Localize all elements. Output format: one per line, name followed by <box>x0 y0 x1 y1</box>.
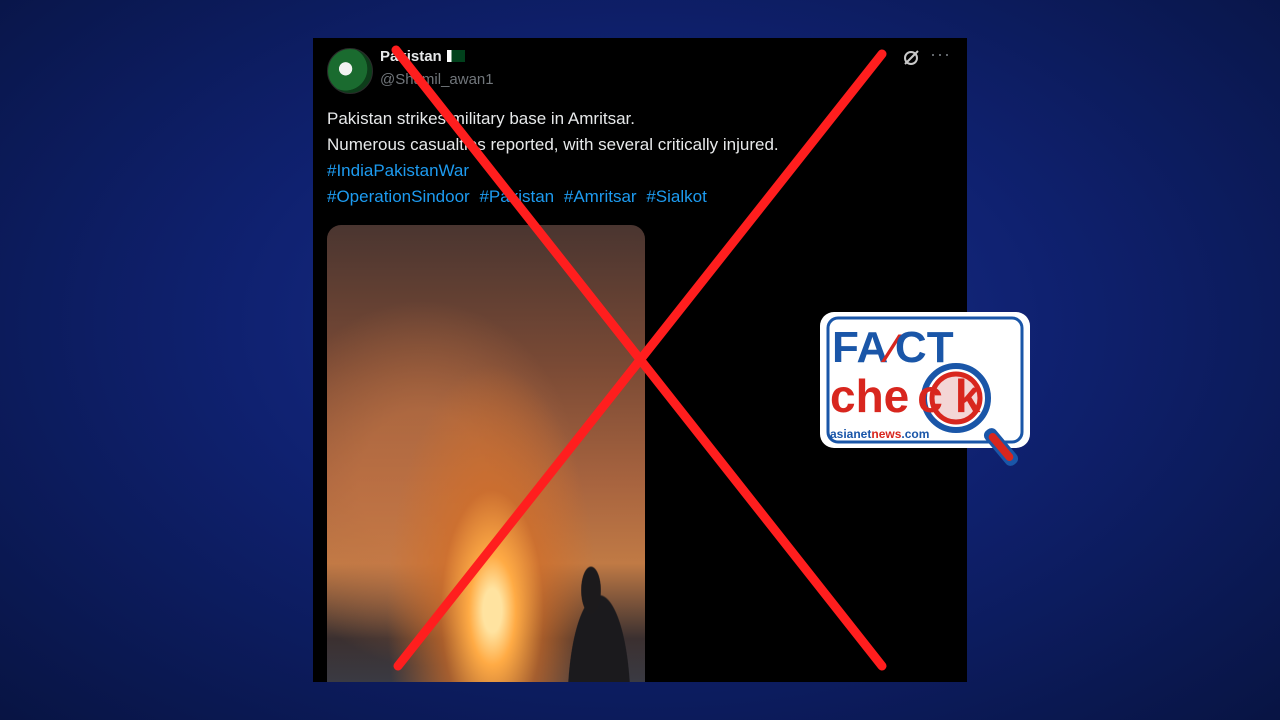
badge-fact-text: FA∕CT <box>832 323 954 372</box>
badge-check-text: che c k <box>830 370 981 422</box>
fact-check-badge: FA∕CT che c k asianetnews.com <box>820 312 1030 466</box>
badge-source-text: asianetnews.com <box>830 427 929 441</box>
red-cross-mark <box>391 45 887 671</box>
